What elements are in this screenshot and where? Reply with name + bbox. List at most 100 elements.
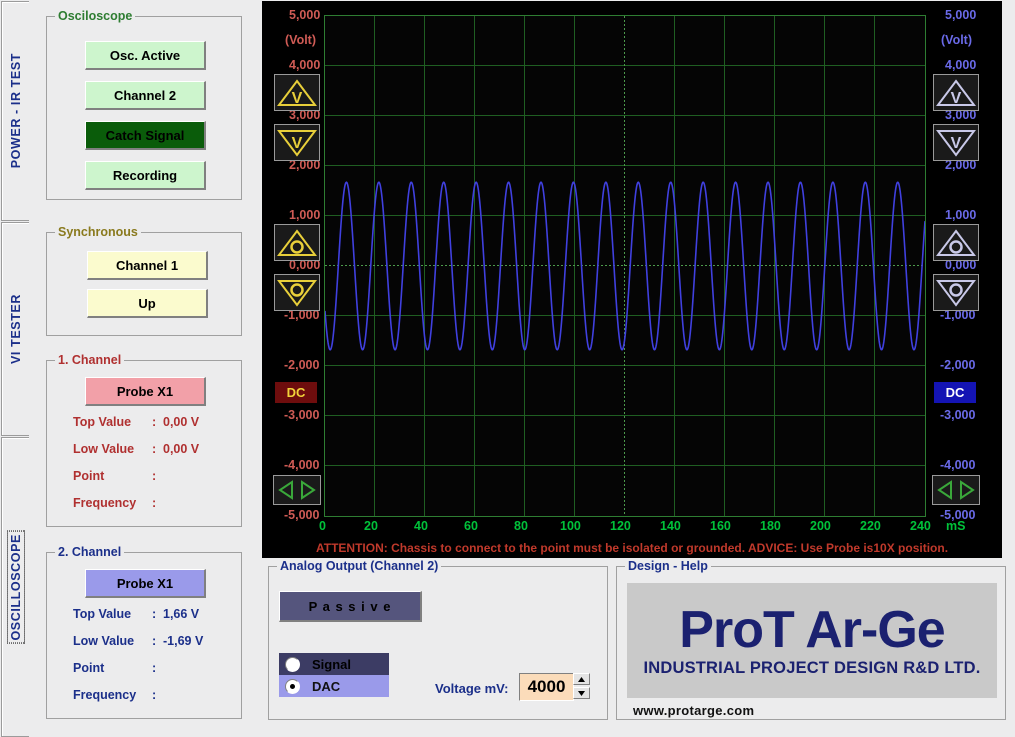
x-tick-0: 0: [319, 519, 326, 533]
channel-1-low-value: 0,00 V: [163, 442, 200, 456]
left-tick-m4000: -4,000: [284, 458, 320, 472]
ch2-pan-left-right-icon[interactable]: [932, 475, 980, 505]
analog-output-group-legend: Analog Output (Channel 2): [277, 559, 442, 573]
ch1-triangle-up-o-icon[interactable]: [274, 224, 320, 261]
left-tick-4000: 4,000: [289, 58, 321, 72]
oscilloscope-display[interactable]: 5,000 (Volt) 4,000 3,000 2,000 1,000 0,0…: [262, 1, 1002, 538]
x-tick-200: 200: [810, 519, 831, 533]
svg-text:V: V: [951, 90, 962, 107]
x-tick-80: 80: [514, 519, 528, 533]
x-tick-140: 140: [660, 519, 681, 533]
svg-text:V: V: [951, 135, 962, 152]
channel-2-frequency-name: Frequency: [73, 688, 137, 702]
passive-mode-button[interactable]: P a s s i v e: [279, 591, 422, 622]
protarge-website-link[interactable]: www.protarge.com: [633, 703, 754, 718]
protarge-logo-tagline: INDUSTRIAL PROJECT DESIGN R&D LTD.: [643, 659, 981, 677]
left-tick-5000: 5,000: [289, 8, 321, 22]
channel-2-point-sep: :: [152, 661, 157, 675]
right-axis-unit: (Volt): [941, 33, 973, 47]
right-tick-4000: 4,000: [945, 58, 977, 72]
channel-1-top-value-name: Top Value: [73, 415, 132, 429]
analog-output-group: Analog Output (Channel 2) P a s s i v e …: [268, 559, 608, 720]
tab-vi-tester[interactable]: VI TESTER: [1, 222, 29, 436]
channel-1-frequency-name: Frequency: [73, 496, 137, 510]
signal-radio-dot[interactable]: [285, 656, 300, 672]
dac-radio-dot[interactable]: [285, 678, 300, 694]
channel-1-group-legend: 1. Channel: [55, 353, 125, 367]
channel-1-point-name: Point: [73, 469, 105, 483]
ch1-triangle-up-v-icon[interactable]: V: [274, 74, 320, 111]
right-tick-1000: 1,000: [945, 208, 977, 222]
channel-2-low-value-name: Low Value: [73, 634, 135, 648]
dac-radio-label: DAC: [312, 678, 341, 694]
synchronous-group: Synchronous Channel 1 Up: [46, 225, 242, 336]
catch-signal-button[interactable]: Catch Signal: [85, 121, 206, 150]
voltage-input[interactable]: 4000: [519, 673, 574, 701]
x-tick-100: 100: [560, 519, 581, 533]
ch1-triangle-down-o-icon[interactable]: [274, 274, 320, 311]
left-axis-unit: (Volt): [285, 33, 317, 47]
channel-1-frequency-sep: :: [152, 496, 157, 510]
tab-power-ir-test[interactable]: POWER - IR TEST: [1, 1, 29, 221]
channel-2-probe-button[interactable]: Probe X1: [85, 569, 206, 598]
channel-2-low-value: -1,69 V: [163, 634, 204, 648]
mode-tab-strip: POWER - IR TEST VI TESTER OSCILLOSCOPE: [0, 0, 30, 737]
channel-1-group: 1. Channel Probe X1 Top Value : 0,00 V L…: [46, 353, 242, 527]
tab-power-ir-test-label: POWER - IR TEST: [8, 53, 23, 169]
ch2-triangle-up-o-icon[interactable]: [933, 224, 979, 261]
channel-1-point-sep: :: [152, 469, 157, 483]
protarge-logo: ProT Ar-Ge INDUSTRIAL PROJECT DESIGN R&D…: [627, 583, 997, 698]
x-tick-20: 20: [364, 519, 378, 533]
channel-1-top-value-sep: :: [152, 415, 157, 429]
channel-2-top-value: 1,66 V: [163, 607, 200, 621]
sync-channel-1-button[interactable]: Channel 1: [87, 251, 208, 280]
channel-2-low-value-sep: :: [152, 634, 157, 648]
tab-oscilloscope-label: OSCILLOSCOPE: [6, 530, 25, 644]
x-tick-180: 180: [760, 519, 781, 533]
left-tick-1000: 1,000: [289, 208, 321, 222]
right-tick-5000: 5,000: [945, 8, 977, 22]
signal-radio-option[interactable]: Signal: [279, 653, 389, 675]
ch1-dc-coupling-button[interactable]: DC: [275, 382, 317, 403]
x-tick-40: 40: [414, 519, 428, 533]
left-tick-m5000: -5,000: [284, 508, 320, 522]
dac-radio-option[interactable]: DAC: [279, 675, 389, 697]
x-axis-unit: mS: [946, 519, 966, 533]
osc-active-button[interactable]: Osc. Active: [85, 41, 206, 70]
ch1-triangle-down-v-icon[interactable]: V: [274, 124, 320, 161]
x-tick-160: 160: [710, 519, 731, 533]
channel-1-probe-button[interactable]: Probe X1: [85, 377, 206, 406]
svg-text:V: V: [292, 90, 303, 107]
ch2-dc-coupling-button[interactable]: DC: [934, 382, 976, 403]
signal-radio-label: Signal: [312, 656, 352, 672]
channel-2-frequency-sep: :: [152, 688, 157, 702]
voltage-label: Voltage mV:: [435, 681, 509, 696]
channel-2-button[interactable]: Channel 2: [85, 81, 206, 110]
osciloscope-group-legend: Osciloscope: [55, 9, 136, 23]
ch2-triangle-down-o-icon[interactable]: [933, 274, 979, 311]
design-help-group-legend: Design - Help: [625, 559, 711, 573]
ch2-triangle-down-v-icon[interactable]: V: [933, 124, 979, 161]
channel-2-top-value-sep: :: [152, 607, 157, 621]
channel-1-low-value-sep: :: [152, 442, 157, 456]
recording-button[interactable]: Recording: [85, 161, 206, 190]
voltage-spin-down-button[interactable]: [573, 687, 590, 699]
osciloscope-group: Osciloscope Osc. Active Channel 2 Catch …: [46, 9, 242, 200]
right-tick-m3000: -3,000: [940, 408, 976, 422]
voltage-spin-up-button[interactable]: [573, 673, 590, 685]
right-tick-m2000: -2,000: [940, 358, 976, 372]
sync-up-button[interactable]: Up: [87, 289, 208, 318]
x-tick-220: 220: [860, 519, 881, 533]
channel-1-top-value: 0,00 V: [163, 415, 200, 429]
tab-oscilloscope[interactable]: OSCILLOSCOPE: [1, 437, 29, 737]
channel-2-group-legend: 2. Channel: [55, 545, 125, 559]
attention-banner: ATTENTION: Chassis to connect to the poi…: [262, 538, 1002, 558]
synchronous-group-legend: Synchronous: [55, 225, 141, 239]
x-tick-240: 240: [910, 519, 931, 533]
ch2-triangle-up-v-icon[interactable]: V: [933, 74, 979, 111]
channel-1-low-value-name: Low Value: [73, 442, 135, 456]
svg-text:V: V: [292, 135, 303, 152]
ch1-pan-left-right-icon[interactable]: [273, 475, 321, 505]
right-tick-m4000: -4,000: [940, 458, 976, 472]
waveform-trace-channel-2: [325, 181, 925, 351]
